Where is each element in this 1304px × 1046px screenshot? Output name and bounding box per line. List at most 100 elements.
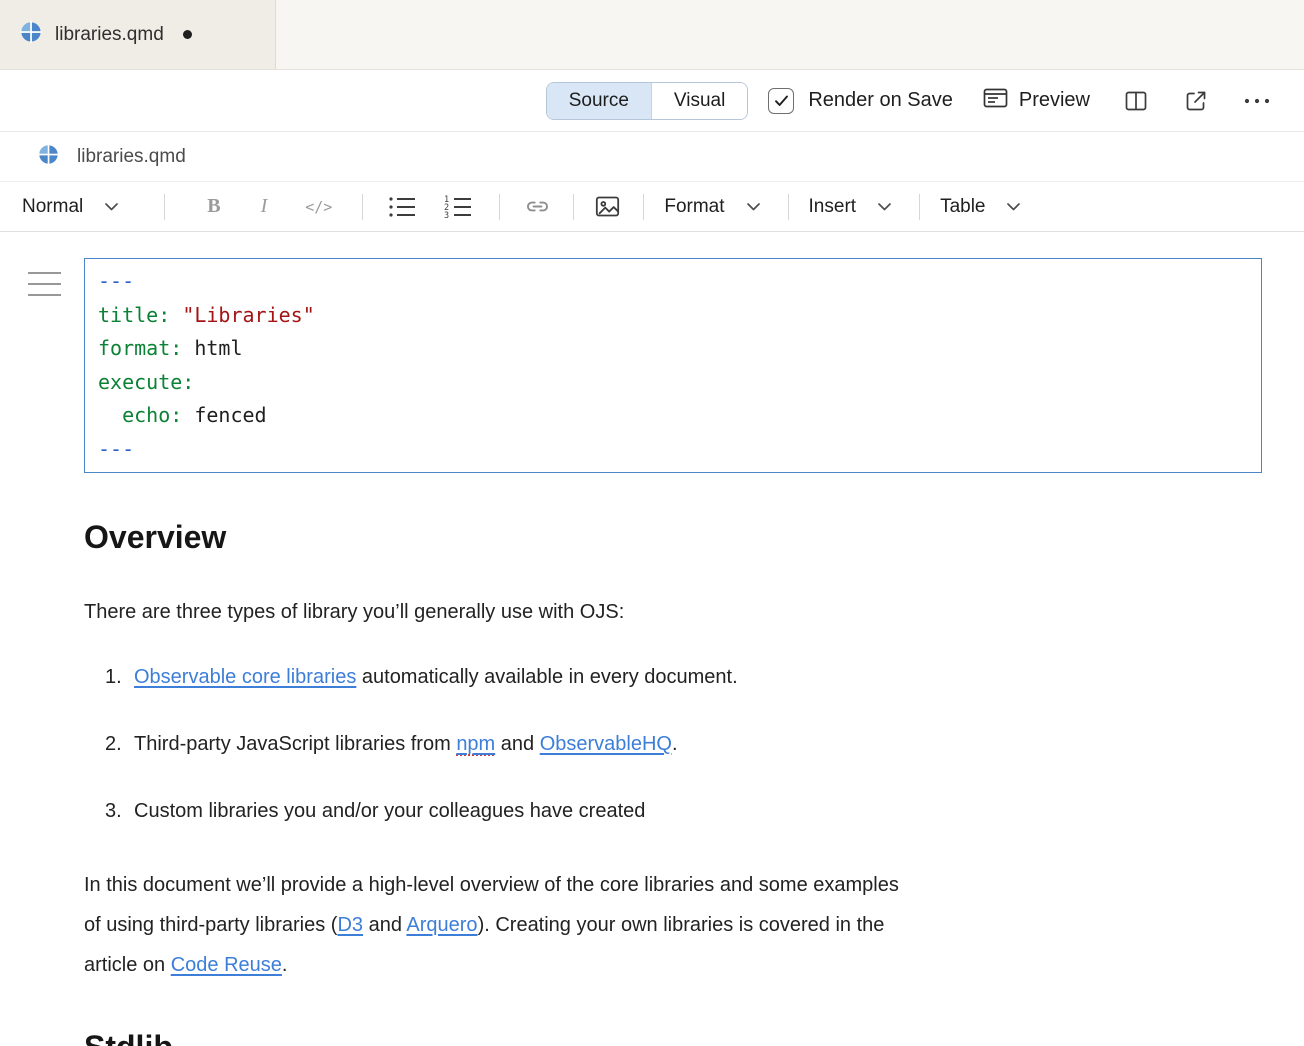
format-menu-dropdown[interactable]: Format xyxy=(664,196,759,218)
inline-link[interactable]: npm xyxy=(456,733,495,756)
paragraph-line: In this document we’ll provide a high-le… xyxy=(84,865,1262,905)
more-actions-button[interactable] xyxy=(1244,98,1270,104)
yaml-line: echo: fenced xyxy=(98,399,1248,433)
quarto-editor-window: { "window": { "tab_title": "libraries.qm… xyxy=(0,0,1304,1046)
inline-link[interactable]: D3 xyxy=(337,914,363,936)
text-run: ). Creating your own libraries is covere… xyxy=(478,914,885,936)
tab-bar: libraries.qmd xyxy=(0,0,1304,70)
insert-menu-dropdown[interactable]: Insert xyxy=(809,196,892,218)
yaml-line: format: html xyxy=(98,332,1248,366)
chevron-down-icon xyxy=(1007,203,1020,211)
bold-button[interactable]: B xyxy=(207,195,220,218)
ellipsis-icon xyxy=(1244,98,1270,104)
svg-text:3: 3 xyxy=(444,211,449,220)
open-external-icon xyxy=(1184,89,1208,113)
visual-editor-canvas[interactable]: ---title: "Libraries"format: htmlexecute… xyxy=(0,232,1304,1046)
bullet-list-icon xyxy=(387,194,417,220)
checkbox-check xyxy=(774,95,789,107)
chevron-down-icon xyxy=(105,203,118,211)
render-on-save-group: Render on Save xyxy=(768,88,953,114)
inline-link[interactable]: Arquero xyxy=(406,914,477,936)
preview-button[interactable]: Preview xyxy=(983,86,1090,115)
link-button[interactable] xyxy=(524,193,551,220)
toolbar-divider xyxy=(919,194,920,220)
heading-overview: Overview xyxy=(84,517,1262,557)
paragraph-line: of using third-party libraries (D3 and A… xyxy=(84,905,1262,945)
table-menu-dropdown[interactable]: Table xyxy=(940,196,1020,218)
image-icon xyxy=(594,193,621,220)
tab-libraries-qmd[interactable]: libraries.qmd xyxy=(0,0,276,69)
text-run: of using third-party libraries ( xyxy=(84,914,337,936)
image-button[interactable] xyxy=(594,193,621,220)
chevron-down-icon xyxy=(747,203,760,211)
text-run: In this document we’ll provide a high-le… xyxy=(84,874,899,896)
breadcrumb-filename[interactable]: libraries.qmd xyxy=(77,146,186,168)
link-icon xyxy=(524,193,551,220)
text-run: . xyxy=(672,733,678,755)
list-marker: 3. xyxy=(105,798,134,825)
drag-handle-icon[interactable] xyxy=(28,272,61,305)
insert-menu-label: Insert xyxy=(809,196,857,218)
paragraph-line: article on Code Reuse. xyxy=(84,945,1262,985)
preview-label: Preview xyxy=(1019,89,1090,112)
toolbar-divider xyxy=(788,194,789,220)
toolbar-divider xyxy=(499,194,500,220)
text-run: and xyxy=(363,914,406,936)
toolbar-divider xyxy=(643,194,644,220)
preview-icon xyxy=(983,86,1008,115)
editor-mode-toggle: Source Visual xyxy=(546,82,749,120)
chevron-down-icon xyxy=(878,203,891,211)
closing-paragraph: In this document we’ll provide a high-le… xyxy=(84,865,1262,985)
yaml-line: title: "Libraries" xyxy=(98,299,1248,333)
format-menu-label: Format xyxy=(664,196,724,218)
open-external-button[interactable] xyxy=(1184,89,1208,113)
table-menu-label: Table xyxy=(940,196,985,218)
list-item-text: Observable core libraries automatically … xyxy=(134,664,738,691)
yaml-line: --- xyxy=(98,265,1248,299)
quarto-file-icon-small xyxy=(38,144,59,170)
quarto-file-icon xyxy=(20,21,42,48)
list-item: 1.Observable core libraries automaticall… xyxy=(105,664,1262,691)
paragraph-style-dropdown[interactable]: Normal xyxy=(22,196,118,218)
ordered-list: 1.Observable core libraries automaticall… xyxy=(84,664,1262,825)
inline-link[interactable]: Code Reuse xyxy=(171,954,282,976)
text-run: . xyxy=(282,954,288,976)
editor-action-bar: Source Visual Render on Save Preview xyxy=(0,70,1304,132)
modified-dot xyxy=(183,30,192,39)
visual-mode-button[interactable]: Visual xyxy=(652,83,747,119)
yaml-block[interactable]: ---title: "Libraries"format: htmlexecute… xyxy=(84,258,1262,473)
text-run: Third-party JavaScript libraries from xyxy=(134,733,456,755)
list-marker: 1. xyxy=(105,664,134,691)
formatting-toolbar: Normal B I </> 1 2 3 xyxy=(0,181,1304,232)
inline-link[interactable]: Observable core libraries xyxy=(134,666,356,688)
split-editor-icon xyxy=(1124,89,1148,113)
bullet-list-button[interactable] xyxy=(387,194,417,220)
text-run: and xyxy=(495,733,539,755)
text-run: article on xyxy=(84,954,171,976)
list-item-text: Custom libraries you and/or your colleag… xyxy=(134,798,645,825)
tab-title: libraries.qmd xyxy=(55,24,164,46)
render-on-save-label: Render on Save xyxy=(808,89,953,112)
italic-button[interactable]: I xyxy=(261,195,268,218)
list-marker: 2. xyxy=(105,731,134,758)
inline-link[interactable]: ObservableHQ xyxy=(540,733,672,755)
paragraph-style-label: Normal xyxy=(22,196,83,218)
render-on-save-checkbox[interactable] xyxy=(768,88,794,114)
yaml-line: --- xyxy=(98,433,1248,467)
split-editor-button[interactable] xyxy=(1124,89,1148,113)
code-button[interactable]: </> xyxy=(305,198,332,216)
text-run: automatically available in every documen… xyxy=(356,666,737,688)
ordered-list-icon: 1 2 3 xyxy=(443,194,473,220)
list-item-text: Third-party JavaScript libraries from np… xyxy=(134,731,678,758)
yaml-line: execute: xyxy=(98,366,1248,400)
list-item: 2.Third-party JavaScript libraries from … xyxy=(105,731,1262,758)
toolbar-divider xyxy=(164,194,165,220)
toolbar-divider xyxy=(573,194,574,220)
list-item: 3.Custom libraries you and/or your colle… xyxy=(105,798,1262,825)
breadcrumb: libraries.qmd xyxy=(0,132,1304,181)
intro-paragraph: There are three types of library you’ll … xyxy=(84,599,1262,626)
toolbar-divider xyxy=(362,194,363,220)
text-run: Custom libraries you and/or your colleag… xyxy=(134,800,645,822)
ordered-list-button[interactable]: 1 2 3 xyxy=(443,194,473,220)
source-mode-button[interactable]: Source xyxy=(547,83,652,119)
